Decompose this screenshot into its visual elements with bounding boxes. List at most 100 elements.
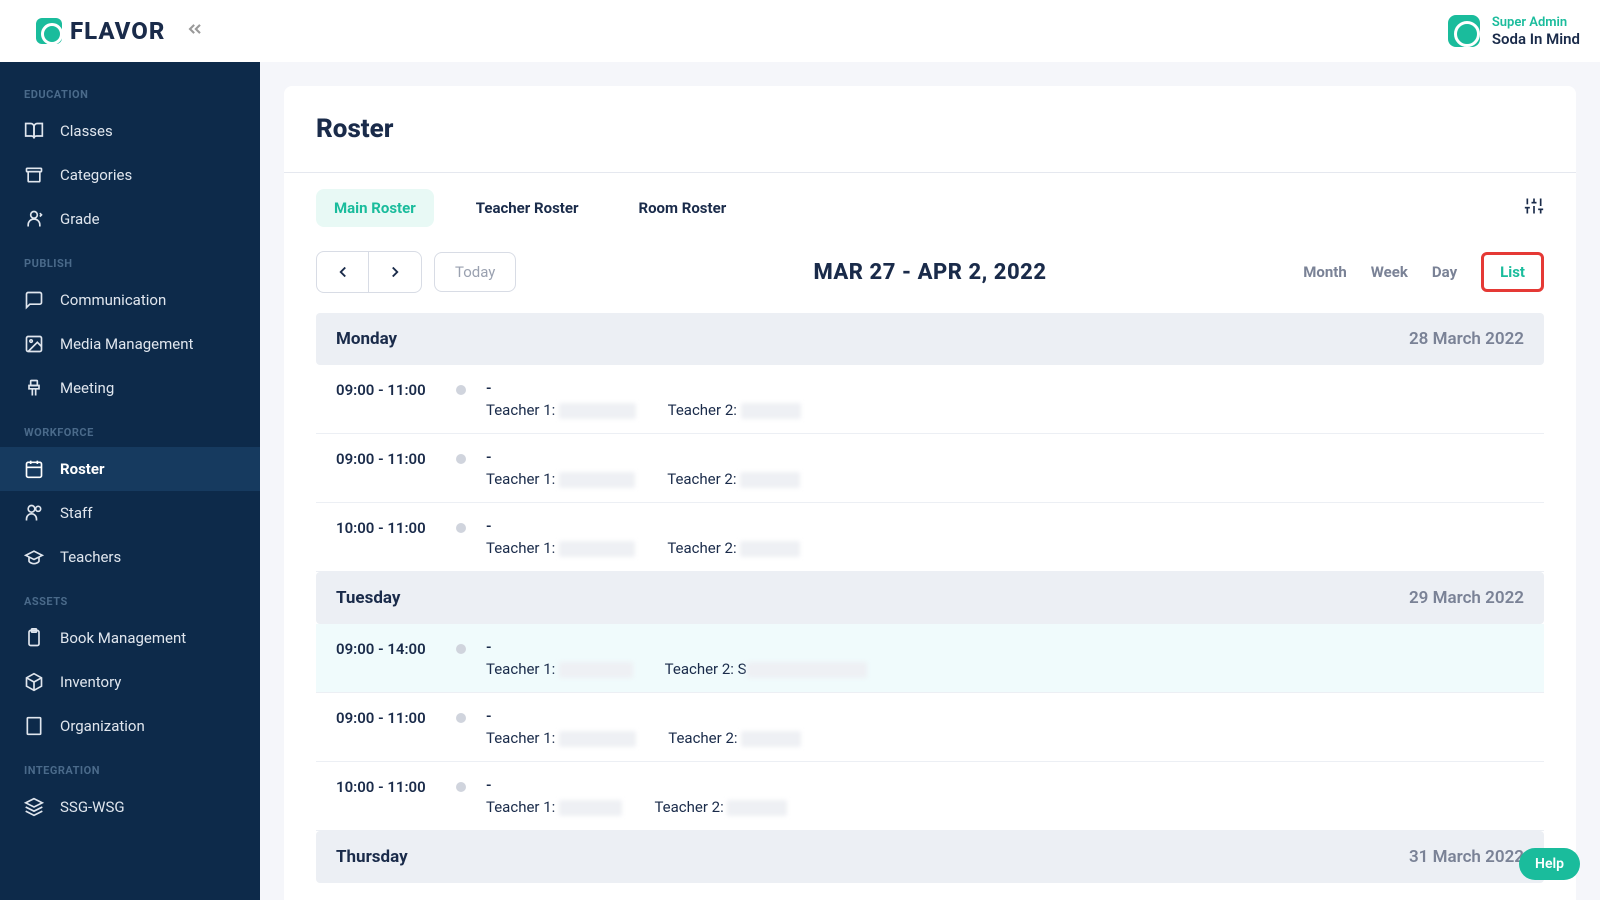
day-date: 29 March 2022 <box>1409 588 1524 608</box>
roster-entry[interactable]: 09:00 - 11:00 -Teacher 1: Teacher 2: <box>316 365 1544 434</box>
entry-teachers: Teacher 1: Teacher 2: <box>486 539 1524 557</box>
view-day[interactable]: Day <box>1432 263 1457 281</box>
sidebar-item-teachers[interactable]: Teachers <box>0 535 260 579</box>
roster-entry[interactable]: 09:00 - 11:00 -Teacher 1: Teacher 2: <box>316 434 1544 503</box>
prev-button[interactable] <box>317 252 369 292</box>
roster-entry[interactable]: 10:00 - 11:00-Teacher 1: Teacher 2: <box>316 762 1544 831</box>
chevron-right-icon <box>386 263 404 281</box>
sidebar-item-media-management[interactable]: Media Management <box>0 322 260 366</box>
entry-title: - <box>486 707 1524 725</box>
day-name: Thursday <box>336 847 408 867</box>
sidebar-item-classes[interactable]: Classes <box>0 109 260 153</box>
entry-teachers: Teacher 1: Teacher 2: <box>486 729 1524 747</box>
help-button[interactable]: Help <box>1519 848 1580 880</box>
entry-time: 09:00 - 11:00 <box>336 448 436 468</box>
teacher-1: Teacher 1: <box>486 798 622 816</box>
entry-body: -Teacher 1: Teacher 2: <box>486 448 1524 488</box>
teacher-1: Teacher 1: <box>486 660 633 678</box>
user-block[interactable]: Super Admin Soda In Mind <box>1448 15 1580 48</box>
brand-text: FLAVOR <box>70 17 165 45</box>
status-dot-icon <box>456 523 466 533</box>
teacher-2: Teacher 2: S <box>665 660 867 678</box>
logo-mark-icon <box>36 18 62 44</box>
status-dot-icon <box>456 713 466 723</box>
teacher-2: Teacher 2: <box>668 401 801 419</box>
entry-teachers: Teacher 1: Teacher 2: <box>486 798 1524 816</box>
sidebar-item-label: Teachers <box>60 548 121 566</box>
roster-card: Roster Main Roster Teacher Roster Room Ros… <box>284 86 1576 900</box>
day-header: Tuesday 29 March 2022 <box>316 572 1544 624</box>
sidebar-item-communication[interactable]: Communication <box>0 278 260 322</box>
date-range: MAR 27 - APR 2, 2022 <box>813 260 1046 285</box>
sidebar-section-label: ASSETS <box>0 579 260 616</box>
sidebar-item-categories[interactable]: Categories <box>0 153 260 197</box>
entry-body: -Teacher 1: Teacher 2: <box>486 379 1524 419</box>
sidebar-item-staff[interactable]: Staff <box>0 491 260 535</box>
day-name: Monday <box>336 329 397 349</box>
entry-title: - <box>486 379 1524 397</box>
sidebar-item-grade[interactable]: Grade <box>0 197 260 241</box>
main-content: Roster Main Roster Teacher Roster Room Ros… <box>260 62 1600 900</box>
entry-time: 09:00 - 11:00 <box>336 379 436 399</box>
status-dot-icon <box>456 644 466 654</box>
teacher-1: Teacher 1: <box>486 539 635 557</box>
tab-room-roster[interactable]: Room Roster <box>620 189 744 227</box>
avatar-icon <box>1448 15 1480 47</box>
filter-button[interactable] <box>1524 196 1544 220</box>
tab-main-roster[interactable]: Main Roster <box>316 189 434 227</box>
entry-time: 09:00 - 14:00 <box>336 638 436 658</box>
day-name: Tuesday <box>336 588 400 608</box>
sidebar-item-label: Inventory <box>60 673 121 691</box>
nav-controls: Today <box>316 251 516 293</box>
roster-list: Monday28 March 202209:00 - 11:00-Teacher… <box>284 313 1576 900</box>
view-list[interactable]: List <box>1481 252 1544 292</box>
page-title: Roster <box>284 86 1576 172</box>
sidebar-item-ssg-wsg[interactable]: SSG-WSG <box>0 785 260 829</box>
sidebar: EDUCATIONClassesCategoriesGradePUBLISHCo… <box>0 62 260 900</box>
user-name: Soda In Mind <box>1492 30 1580 48</box>
roster-entry[interactable]: 09:00 - 11:00-Teacher 1: Teacher 2: <box>316 693 1544 762</box>
logo-group: FLAVOR <box>36 17 205 45</box>
sidebar-item-label: Categories <box>60 166 132 184</box>
mortarboard-icon <box>24 547 44 567</box>
today-button[interactable]: Today <box>434 252 516 292</box>
roster-entry[interactable]: 09:00 - 14:00-Teacher 1: Teacher 2: S <box>316 624 1544 693</box>
entry-time: 10:00 - 11:00 <box>336 776 436 796</box>
sidebar-item-meeting[interactable]: Meeting <box>0 366 260 410</box>
teacher-2: Teacher 2: <box>667 470 800 488</box>
sidebar-item-label: Grade <box>60 210 100 228</box>
sidebar-item-roster[interactable]: Roster <box>0 447 260 491</box>
tabs: Main Roster Teacher Roster Room Roster <box>316 189 744 227</box>
grade-icon <box>24 209 44 229</box>
archive-icon <box>24 165 44 185</box>
tab-teacher-roster[interactable]: Teacher Roster <box>458 189 597 227</box>
building-icon <box>24 716 44 736</box>
entry-title: - <box>486 448 1524 466</box>
sidebar-item-organization[interactable]: Organization <box>0 704 260 748</box>
podium-icon <box>24 378 44 398</box>
layers-icon <box>24 797 44 817</box>
calendar-icon <box>24 459 44 479</box>
view-month[interactable]: Month <box>1303 263 1346 281</box>
roster-entry[interactable]: 10:00 - 11:00-Teacher 1: Teacher 2: <box>316 503 1544 572</box>
sidebar-collapse-button[interactable] <box>185 19 205 43</box>
roster-entry[interactable]: 09:00 - 11:00-Teacher 1: Teacher1 Teache… <box>316 883 1544 900</box>
sidebar-item-label: Organization <box>60 717 145 735</box>
view-week[interactable]: Week <box>1371 263 1408 281</box>
box-icon <box>24 672 44 692</box>
sidebar-item-label: SSG-WSG <box>60 798 125 816</box>
next-button[interactable] <box>369 252 421 292</box>
teacher-1: Teacher 1: <box>486 729 636 747</box>
sliders-icon <box>1524 196 1544 216</box>
user-role: Super Admin <box>1492 15 1580 30</box>
book-open-icon <box>24 121 44 141</box>
sidebar-item-inventory[interactable]: Inventory <box>0 660 260 704</box>
sidebar-item-label: Book Management <box>60 629 186 647</box>
day-header: Thursday31 March 2022 <box>316 831 1544 883</box>
sidebar-item-book-management[interactable]: Book Management <box>0 616 260 660</box>
chat-icon <box>24 290 44 310</box>
entry-title: - <box>486 517 1524 535</box>
teacher-2: Teacher 2: <box>654 798 787 816</box>
status-dot-icon <box>456 454 466 464</box>
brand-logo[interactable]: FLAVOR <box>36 17 165 45</box>
